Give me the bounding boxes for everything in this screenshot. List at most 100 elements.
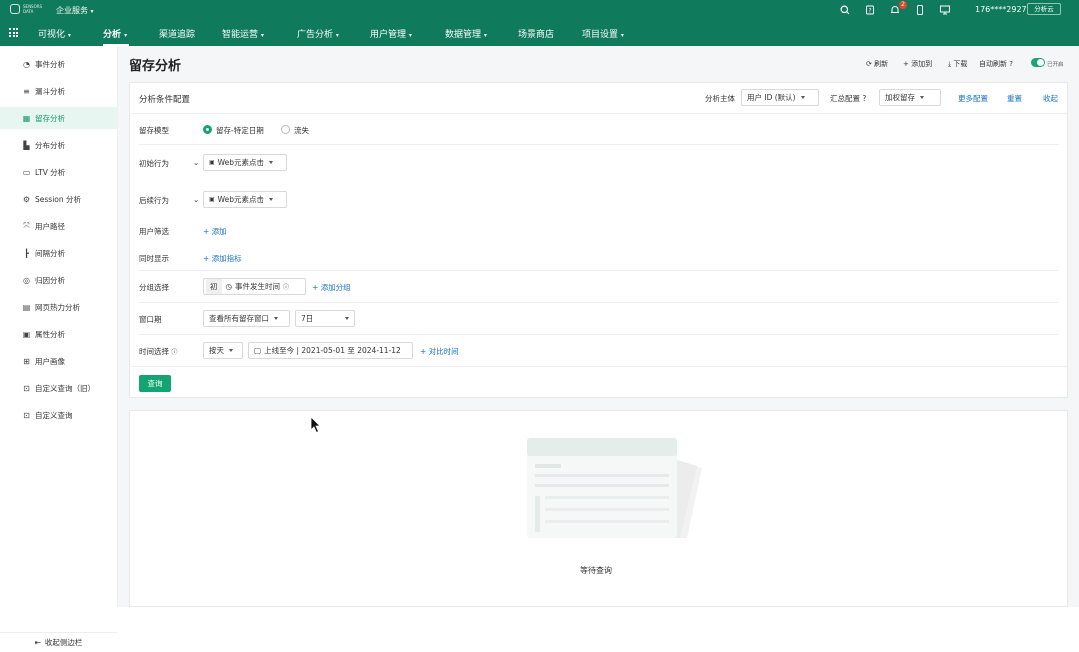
caret-down-icon xyxy=(920,96,924,99)
auto-refresh-toggle[interactable] xyxy=(1031,58,1045,67)
auto-refresh-label: 自动刷新 ? xyxy=(979,60,1013,68)
nav-item-analysis[interactable]: 分析 ▾ xyxy=(103,27,127,40)
subject-label: 分析主体 xyxy=(705,94,735,103)
mobile-icon[interactable] xyxy=(914,4,926,16)
nav-item-scene-store[interactable]: 场景商店 xyxy=(518,27,554,40)
add-group-link[interactable]: + 添加分组 xyxy=(312,282,351,293)
collapse-link[interactable]: 收起 xyxy=(1043,93,1058,104)
divider xyxy=(139,270,1059,271)
sidebar-item-user-path[interactable]: ⤧ 用户路径 xyxy=(0,215,117,237)
app-grid-icon[interactable] xyxy=(9,28,18,37)
nav-item-project-settings[interactable]: 项目设置 ▾ xyxy=(582,27,624,40)
add-metric-link[interactable]: + 添加指标 xyxy=(203,253,242,264)
followup-behavior-select[interactable]: ▣ Web元素点击 xyxy=(203,191,287,208)
chevron-down-icon: ▾ xyxy=(67,32,71,39)
event-icon: ◔ xyxy=(23,59,30,69)
info-icon: ⓘ xyxy=(283,284,290,291)
logo-mark-icon xyxy=(10,4,20,14)
chevron-down-icon[interactable]: ⌄ xyxy=(193,195,199,204)
chevron-down-icon: ▾ xyxy=(124,32,128,39)
add-to-button[interactable]: + 添加到 xyxy=(903,59,932,69)
compare-time-link[interactable]: + 对比时间 xyxy=(420,346,459,357)
divider xyxy=(139,334,1059,335)
funnel-icon: ≡ xyxy=(23,86,30,96)
window-select[interactable]: 查看所有留存窗口 xyxy=(203,310,290,327)
simultaneous-display-label: 同时显示 xyxy=(139,254,169,263)
logo[interactable]: SENSORS DATA xyxy=(10,4,45,14)
clock-icon: ◷ xyxy=(225,282,233,291)
nav-item-channel-tracking[interactable]: 渠道追踪 xyxy=(159,27,195,40)
top-bar: SENSORS DATA 企业服务 ▾ ? 2 176****2927 分析云 … xyxy=(0,0,1079,46)
divider xyxy=(130,113,1067,114)
page-title: 留存分析 xyxy=(129,59,182,74)
download-button[interactable]: ⤓ 下载 xyxy=(948,59,967,69)
time-select-label: 时间选择 ⓘ xyxy=(139,347,178,356)
sidebar-item-custom-query-legacy[interactable]: ⊡ 自定义查询（旧） xyxy=(0,377,117,399)
help-icon: ? xyxy=(1009,60,1013,68)
subject-select[interactable]: 用户 ID (默认) xyxy=(741,89,819,106)
sidebar-item-funnel-analysis[interactable]: ≡ 漏斗分析 xyxy=(0,80,117,102)
nav-item-visualization[interactable]: 可视化 ▾ xyxy=(38,27,71,40)
sidebar-item-retention-analysis[interactable]: ▦ 留存分析 xyxy=(0,107,117,129)
plus-icon: + xyxy=(420,347,427,356)
sidebar-item-distribution-analysis[interactable]: ▙ 分布分析 xyxy=(0,134,117,156)
nav-item-smart-operation[interactable]: 智能运营 ▾ xyxy=(222,27,264,40)
divider xyxy=(139,144,1059,145)
sidebar-item-heatmap-analysis[interactable]: ▤ 网页热力分析 xyxy=(0,296,117,318)
sidebar-item-property-analysis[interactable]: ▣ 属性分析 xyxy=(0,323,117,345)
time-unit-select[interactable]: 按天 xyxy=(203,342,243,359)
model-label: 留存模型 xyxy=(139,126,169,135)
product-switch-button[interactable]: 分析云 xyxy=(1027,3,1061,15)
reset-link[interactable]: 重置 xyxy=(1007,93,1022,104)
profile-icon: ⊞ xyxy=(23,356,30,366)
model-option-specific-date[interactable]: 留存-特定日期 xyxy=(216,125,264,136)
nav-item-data-management[interactable]: 数据管理 ▾ xyxy=(445,27,487,40)
analysis-config-card: 分析条件配置 分析主体 用户 ID (默认) 汇总配置 ? 加权留存 更多配置 … xyxy=(129,82,1068,398)
window-days-select[interactable]: 7日 xyxy=(295,310,355,327)
collapse-sidebar-button[interactable]: ⇤ 收起侧边栏 xyxy=(0,632,117,652)
caret-down-icon xyxy=(229,349,233,352)
toggle-state-label: 已开启 xyxy=(1047,62,1064,68)
ltv-icon: ▭ xyxy=(22,167,31,177)
element-icon: ▣ xyxy=(209,159,215,166)
download-icon: ⤓ xyxy=(948,60,952,68)
group-select[interactable]: 初 ◷ 事件发生时间 ⓘ xyxy=(203,278,306,295)
refresh-button[interactable]: ⟳ 刷新 xyxy=(866,59,888,69)
initial-behavior-select[interactable]: ▣ Web元素点击 xyxy=(203,154,287,171)
more-config-link[interactable]: 更多配置 xyxy=(958,93,988,104)
sidebar-item-ltv-analysis[interactable]: ▭ LTV 分析 xyxy=(0,161,117,183)
aggregate-select[interactable]: 加权留存 xyxy=(879,89,941,106)
sidebar-item-custom-query[interactable]: ⊡ 自定义查询 xyxy=(0,404,117,426)
query-button[interactable]: 查询 xyxy=(139,375,171,392)
model-radio-specific-date[interactable] xyxy=(203,125,212,134)
plus-icon: + xyxy=(312,283,319,292)
chevron-down-icon: ▾ xyxy=(483,32,487,39)
model-option-churn[interactable]: 流失 xyxy=(294,125,309,136)
nav-item-ad-analysis[interactable]: 广告分析 ▾ xyxy=(297,27,339,40)
enterprise-switcher[interactable]: 企业服务 ▾ xyxy=(56,5,94,16)
element-icon: ▣ xyxy=(209,196,215,203)
help-icon: ⓘ xyxy=(171,349,178,356)
followup-behavior-label: 后续行为 xyxy=(139,196,169,205)
divider xyxy=(139,302,1059,303)
chevron-down-icon[interactable]: ⌄ xyxy=(193,158,199,167)
sidebar-item-user-profile[interactable]: ⊞ 用户画像 xyxy=(0,350,117,372)
search-icon[interactable] xyxy=(839,4,851,16)
retention-icon: ▦ xyxy=(22,113,31,123)
help-doc-icon[interactable]: ? xyxy=(864,4,876,16)
nav-item-user-management[interactable]: 用户管理 ▾ xyxy=(370,27,412,40)
account-name[interactable]: 176****2927 xyxy=(975,5,1027,14)
monitor-icon[interactable] xyxy=(939,4,951,16)
add-filter-link[interactable]: + 添加 xyxy=(203,226,227,237)
sidebar-item-interval-analysis[interactable]: ┣ 间隔分析 xyxy=(0,242,117,264)
sidebar-item-session-analysis[interactable]: ⚙ Session 分析 xyxy=(0,188,117,210)
help-icon: ? xyxy=(862,94,867,103)
config-header: 分析条件配置 xyxy=(139,95,191,105)
user-filter-label: 用户筛选 xyxy=(139,227,169,236)
group-select-label: 分组选择 xyxy=(139,283,169,292)
divider xyxy=(130,366,1067,367)
model-radio-churn[interactable] xyxy=(281,125,290,134)
date-range-picker[interactable]: ▢ 上线至今 | 2021-05-01 至 2024-11-12 xyxy=(248,342,413,359)
sidebar-item-event-analysis[interactable]: ◔ 事件分析 xyxy=(0,53,117,75)
sidebar-item-attribution-analysis[interactable]: ◎ 归因分析 xyxy=(0,269,117,291)
